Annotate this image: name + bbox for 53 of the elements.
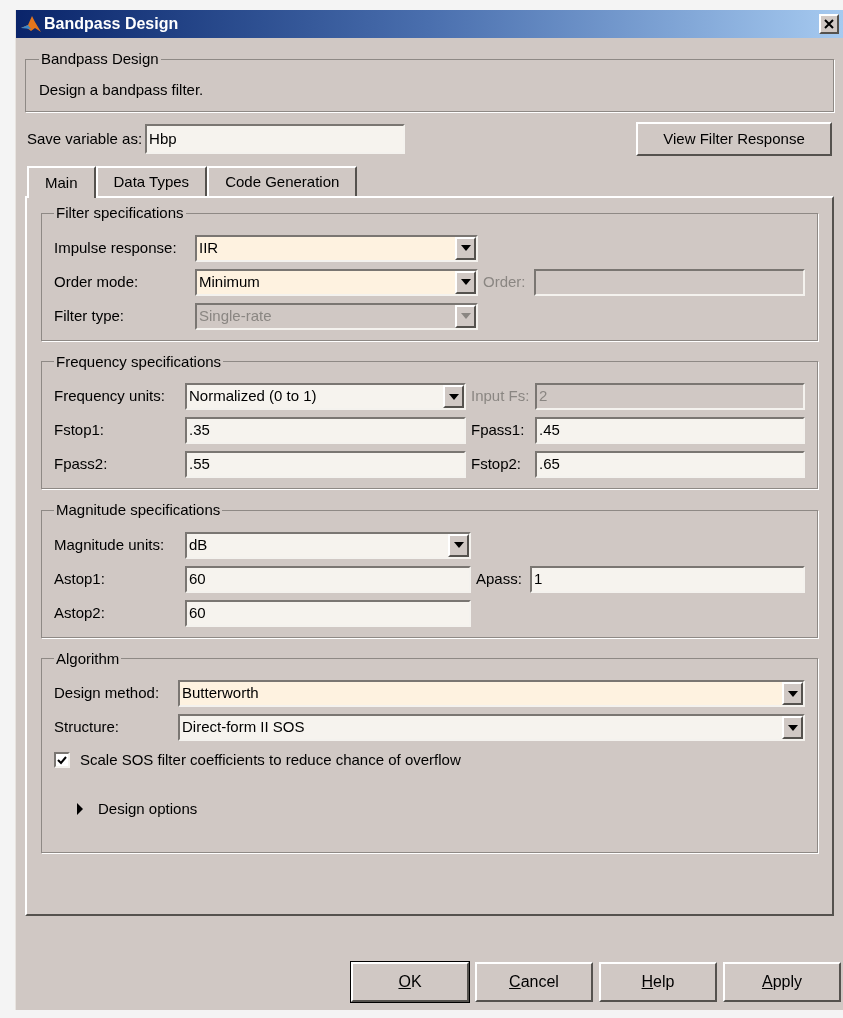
field-label: Fstop1: xyxy=(54,420,106,441)
section-title: Algorithm xyxy=(55,648,121,669)
dropdown[interactable]: Direct-form II SOS xyxy=(178,714,805,741)
input-field[interactable]: .55 xyxy=(185,451,466,478)
view-filter-response-button[interactable]: View Filter Response xyxy=(636,122,832,156)
input-field[interactable]: .35 xyxy=(185,417,466,444)
input-field[interactable]: .65 xyxy=(535,451,805,478)
section-title: Frequency specifications xyxy=(55,351,223,372)
group-title: Bandpass Design xyxy=(40,49,160,69)
field-label: Astop1: xyxy=(54,568,106,589)
field-label: Order: xyxy=(482,271,527,292)
tab[interactable]: Data Types xyxy=(95,166,208,196)
description-text: Design a bandpass filter. xyxy=(39,79,205,100)
input-field[interactable]: 60 xyxy=(185,565,471,593)
field-label: Fstop2: xyxy=(470,454,523,475)
dialog-button[interactable]: Apply xyxy=(723,962,841,1002)
field-label: Structure: xyxy=(54,717,121,738)
field-label: Apass: xyxy=(475,568,523,589)
field-label: Fpass1: xyxy=(470,420,526,441)
tab[interactable]: Main xyxy=(27,166,96,198)
dialog-button[interactable]: Help xyxy=(599,962,717,1002)
dropdown[interactable]: Minimum xyxy=(195,268,478,296)
close-icon xyxy=(824,19,834,29)
close-button[interactable] xyxy=(819,14,839,34)
save-variable-label: Save variable as: xyxy=(27,128,143,149)
dropdown[interactable]: Normalized (0 to 1) xyxy=(185,383,466,410)
tab[interactable]: Code Generation xyxy=(207,166,358,196)
input-field[interactable]: 60 xyxy=(185,599,471,627)
design-options-toggle[interactable]: Design options xyxy=(98,797,198,820)
section-title: Magnitude specifications xyxy=(55,500,222,520)
field-label: Impulse response: xyxy=(54,237,178,258)
input-field[interactable]: 1 xyxy=(530,565,805,593)
app-icon xyxy=(20,14,42,34)
window-title: Bandpass Design xyxy=(44,14,179,34)
field-label: Frequency units: xyxy=(54,386,166,407)
dropdown[interactable]: IIR xyxy=(195,234,478,262)
field-label: Astop2: xyxy=(54,602,106,623)
dropdown[interactable]: Butterworth xyxy=(178,680,805,707)
dialog-button[interactable]: OK xyxy=(351,962,469,1002)
input-field[interactable]: .45 xyxy=(535,417,805,444)
field-label: Input Fs: xyxy=(470,386,531,407)
dialog-button[interactable]: Cancel xyxy=(475,962,593,1002)
field-label: Fpass2: xyxy=(54,454,109,475)
checkbox[interactable] xyxy=(54,752,70,769)
section-title: Filter specifications xyxy=(55,203,185,223)
field-label: Design method: xyxy=(54,683,161,704)
dropdown[interactable]: dB xyxy=(185,531,471,559)
field-label: Filter type: xyxy=(54,305,126,326)
save-variable-field[interactable]: Hbp xyxy=(145,124,406,154)
checkbox-label: Scale SOS filter coefficients to reduce chance of overflow xyxy=(80,750,461,770)
expand-arrow-icon[interactable] xyxy=(76,802,84,815)
field-label: Magnitude units: xyxy=(54,534,166,555)
field-label: Order mode: xyxy=(54,271,140,292)
